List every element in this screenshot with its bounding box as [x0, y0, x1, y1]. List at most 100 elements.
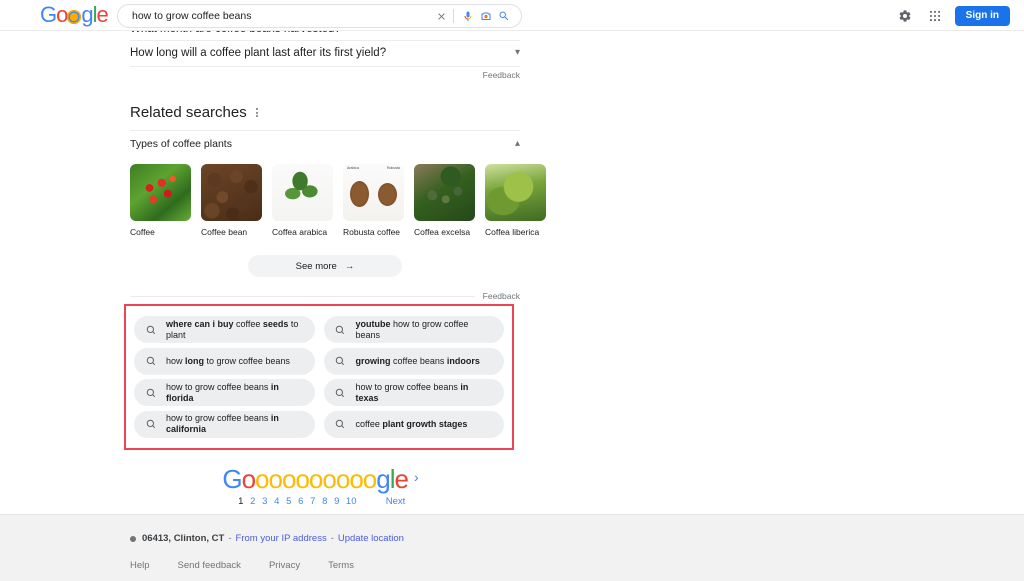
feedback-divider	[130, 295, 475, 297]
related-query-text: how to grow coffee beans in florida	[166, 381, 279, 403]
image-card[interactable]: Coffee	[130, 164, 191, 238]
card-thumbnail-coffee-bean	[201, 164, 262, 221]
footer-link-help[interactable]: Help	[130, 560, 150, 571]
pagination-numbers: 1 2 3 4 5 6 7 8 9 10 Next	[0, 496, 640, 507]
page-link-4[interactable]: 4	[271, 496, 283, 507]
see-more-label: See more	[295, 260, 337, 272]
related-searches-feedback-label: Feedback	[482, 291, 520, 301]
related-query-pill[interactable]: growing coffee beans indoors	[323, 347, 504, 375]
search-icon	[335, 356, 346, 367]
page-header: Gogle how to grow coffee beans Sign in	[0, 0, 1024, 31]
pagination-logo: Goooooooooogle ›	[222, 464, 419, 494]
search-input[interactable]	[132, 5, 432, 27]
page-link-10[interactable]: 10	[343, 496, 360, 507]
related-query-pill[interactable]: where can i buy coffee seeds to plant	[134, 316, 315, 344]
next-page-link[interactable]: Next	[386, 496, 406, 507]
page-link-8[interactable]: 8	[319, 496, 331, 507]
related-searches-feedback-link[interactable]: Feedback	[130, 291, 520, 301]
image-card[interactable]: Coffea arabica	[272, 164, 333, 238]
related-query-text: youtube how to grow coffee beans	[355, 318, 469, 340]
card-thumbnail-tag-arabica: Arabica	[347, 166, 359, 170]
doodle-ball-icon	[67, 10, 82, 24]
page-link-1[interactable]: 1	[235, 496, 247, 507]
card-thumbnail-tag-robusta: Robusta	[386, 166, 400, 170]
location-pin-icon	[130, 535, 136, 542]
related-query-text: how long to grow coffee beans	[166, 355, 290, 366]
search-icon	[335, 387, 346, 398]
image-card[interactable]: Coffea liberica	[485, 164, 546, 238]
footer-link-send-feedback[interactable]: Send feedback	[178, 560, 241, 571]
related-query-text: how to grow coffee beans in california	[166, 413, 279, 435]
card-label: Coffee	[130, 227, 155, 237]
page-link-7[interactable]: 7	[307, 496, 319, 507]
page-link-9[interactable]: 9	[331, 496, 343, 507]
related-query-pill[interactable]: how to grow coffee beans in texas	[323, 379, 504, 407]
page-footer: 06413, Clinton, CT - From your IP addres…	[0, 514, 1024, 581]
paa-question[interactable]: How long will a coffee plant last after …	[130, 41, 520, 67]
related-query-text: how to grow coffee beans in texas	[355, 381, 469, 403]
paa-feedback-label: Feedback	[482, 70, 520, 80]
kebab-menu-icon[interactable]	[254, 106, 260, 119]
header-actions: Sign in	[895, 0, 1010, 31]
related-query-text: coffee plant growth stages	[355, 418, 468, 429]
footer-links: Help Send feedback Privacy Terms	[130, 560, 354, 571]
related-searches-header: Related searches	[130, 104, 520, 121]
page-link-2[interactable]: 2	[247, 496, 259, 507]
card-label: Coffea arabica	[272, 227, 328, 237]
paa-feedback-link[interactable]: Feedback	[130, 67, 520, 80]
image-card[interactable]: Coffea excelsa	[414, 164, 475, 238]
clear-icon[interactable]	[432, 7, 450, 25]
related-image-cards: Coffee Coffee bean Coffea arabica Arabic…	[130, 164, 546, 238]
footer-link-terms[interactable]: Terms	[328, 560, 354, 571]
sign-in-button[interactable]: Sign in	[954, 5, 1010, 26]
footer-update-location-link[interactable]: Update location	[338, 533, 404, 544]
footer-location-text: 06413, Clinton, CT	[142, 533, 225, 544]
card-thumbnail-coffee	[130, 164, 191, 221]
related-query-pill[interactable]: coffee plant growth stages	[323, 410, 504, 438]
microphone-icon[interactable]	[459, 7, 477, 25]
image-card[interactable]: Coffee bean	[201, 164, 262, 238]
search-submit-icon[interactable]	[495, 7, 513, 25]
search-icon	[335, 324, 346, 335]
search-results-page: Gogle how to grow coffee beans Sign in H…	[0, 0, 1024, 581]
gear-icon[interactable]	[895, 6, 915, 26]
card-thumbnail-robusta-coffee: Arabica Robusta	[343, 164, 404, 221]
related-query-text: growing coffee beans indoors	[355, 355, 480, 366]
card-label: Coffea liberica	[485, 227, 540, 237]
footer-location-row: 06413, Clinton, CT - From your IP addres…	[130, 533, 404, 544]
related-queries-highlight-box: where can i buy coffee seeds to plant yo…	[124, 304, 514, 450]
related-query-text: where can i buy coffee seeds to plant	[166, 318, 299, 340]
related-searches-subsection[interactable]: Types of coffee plants ▴	[130, 131, 520, 156]
page-link-3[interactable]: 3	[259, 496, 271, 507]
google-logo[interactable]: Gogle	[40, 3, 109, 27]
footer-separator-2: -	[330, 533, 334, 544]
related-query-pill[interactable]: how to grow coffee beans in florida	[134, 379, 315, 407]
card-thumbnail-coffea-excelsa	[414, 164, 475, 221]
paa-question-text: How long will a coffee plant last after …	[130, 47, 387, 59]
page-link-6[interactable]: 6	[295, 496, 307, 507]
chevron-up-icon[interactable]: ▴	[515, 139, 520, 149]
apps-grid-icon[interactable]	[925, 6, 945, 26]
footer-ip-link[interactable]: From your IP address	[236, 533, 327, 544]
lens-camera-icon[interactable]	[477, 7, 495, 25]
see-more-button[interactable]: See more →	[247, 255, 403, 277]
related-query-pill[interactable]: youtube how to grow coffee beans	[323, 316, 504, 344]
search-icon	[145, 356, 156, 367]
search-icon	[145, 387, 156, 398]
search-bar[interactable]	[117, 4, 522, 28]
chevron-down-icon[interactable]: ▾	[515, 48, 520, 58]
paa-question-cut[interactable]: What month are coffee beans harvested?	[130, 31, 520, 41]
next-page-arrow-icon[interactable]: ›	[414, 469, 419, 485]
search-divider	[453, 9, 454, 23]
footer-separator-1: -	[228, 533, 232, 544]
related-query-pill[interactable]: how to grow coffee beans in california	[134, 410, 315, 438]
search-icon	[335, 419, 346, 430]
related-query-pill[interactable]: how long to grow coffee beans	[134, 347, 315, 375]
card-label: Robusta coffee	[343, 227, 401, 237]
footer-link-privacy[interactable]: Privacy	[269, 560, 300, 571]
image-card[interactable]: Arabica Robusta Robusta coffee	[343, 164, 404, 238]
card-label: Coffee bean	[201, 227, 248, 237]
page-link-5[interactable]: 5	[283, 496, 295, 507]
card-thumbnail-coffea-liberica	[485, 164, 546, 221]
pagination: Goooooooooogle › 1 2 3 4 5 6 7 8 9 10 Nex…	[0, 462, 640, 507]
